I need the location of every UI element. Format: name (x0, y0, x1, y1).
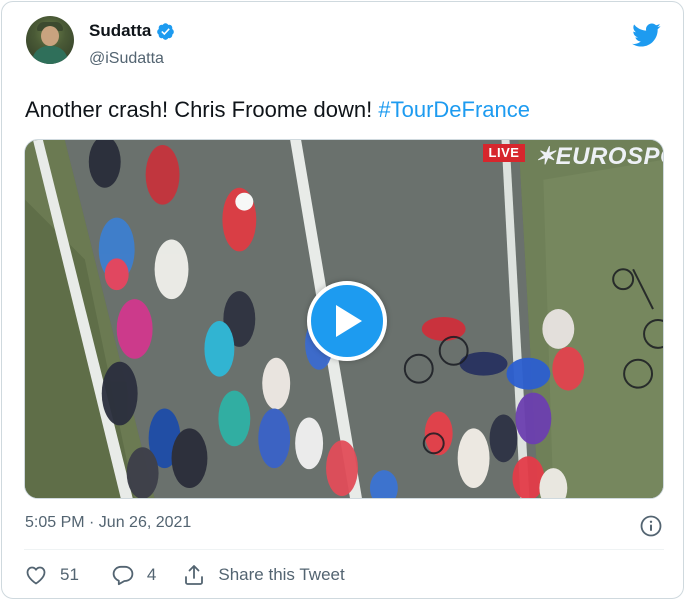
tweet-timestamp[interactable]: 5:05 PM · Jun 26, 2021 (25, 514, 191, 532)
verified-badge-icon (157, 22, 175, 40)
share-label: Share this Tweet (218, 565, 345, 584)
tweet-text: Another crash! Chris Froome down! #TourD… (25, 96, 530, 124)
play-button[interactable] (307, 281, 387, 361)
author-display-name[interactable]: Sudatta (89, 21, 151, 41)
reply-bubble-icon (112, 565, 134, 586)
share-button[interactable]: Share this Tweet (182, 563, 345, 587)
like-button[interactable]: 51 (24, 563, 79, 587)
hashtag-link[interactable]: #TourDeFrance (378, 97, 530, 122)
author-name-row[interactable]: Sudatta (89, 21, 175, 41)
avatar-shirt (32, 46, 68, 64)
tweet-card: Sudatta @iSudatta Another crash! Chris F… (1, 1, 684, 599)
reply-button[interactable]: 4 (111, 563, 156, 587)
play-icon (336, 305, 362, 337)
avatar-face (41, 26, 59, 46)
broadcaster-star-icon: ✶ (535, 143, 556, 170)
author-handle[interactable]: @iSudatta (89, 50, 164, 68)
like-count: 51 (60, 565, 79, 584)
tweet-text-body: Another crash! Chris Froome down! (25, 97, 379, 122)
share-icon (185, 565, 204, 585)
info-icon[interactable] (639, 514, 663, 538)
avatar[interactable] (26, 16, 74, 64)
heart-icon (26, 566, 46, 585)
live-badge: LIVE (483, 144, 525, 162)
video-player[interactable]: LIVE ✶EUROSPO (24, 139, 664, 499)
broadcaster-logo: ✶EUROSPO (535, 142, 663, 171)
tweet-actions: 51 4 Share this Tweet (24, 560, 345, 590)
twitter-bird-icon[interactable] (631, 20, 661, 50)
reply-count: 4 (146, 565, 157, 584)
broadcaster-name: EUROSPO (555, 143, 663, 170)
divider (24, 549, 664, 550)
